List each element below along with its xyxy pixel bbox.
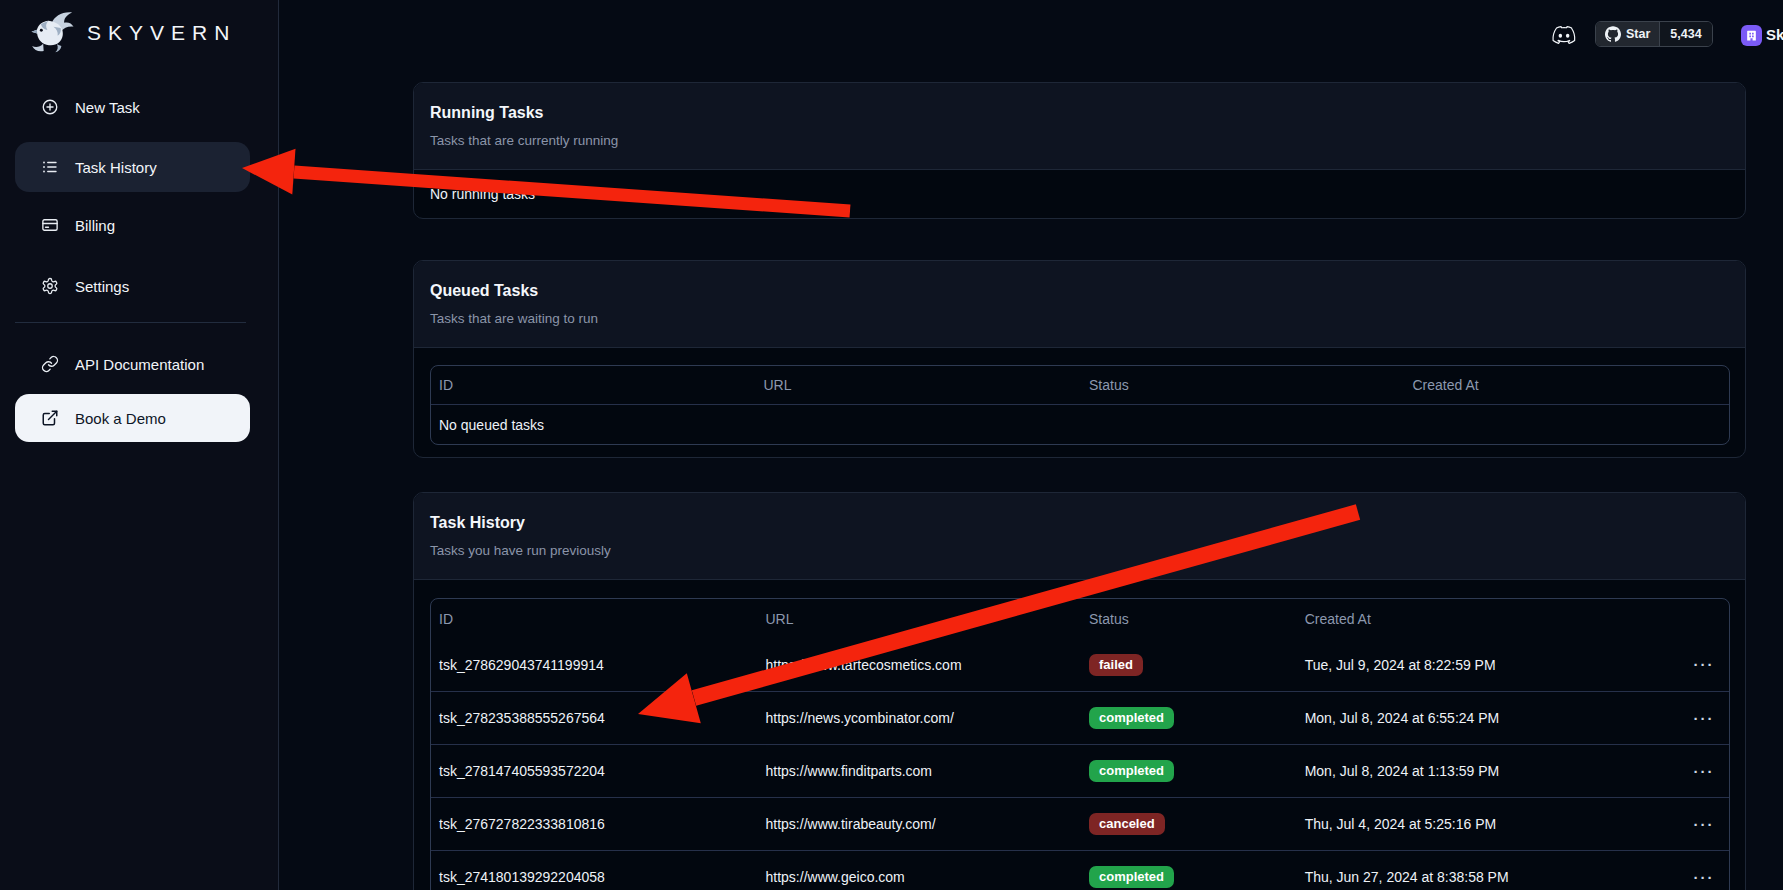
link-icon [41,355,59,373]
list-icon [41,158,59,176]
task-created-at: Thu, Jun 27, 2024 at 8:38:58 PM [1297,869,1679,885]
row-menu-icon[interactable]: ··· [1694,710,1715,727]
book-a-demo-button[interactable]: Book a Demo [15,394,250,442]
running-tasks-card: Running Tasks Tasks that are currently r… [413,82,1746,219]
task-history-row[interactable]: tsk_274180139292204058https://www.geico.… [431,850,1729,890]
sidebar-item-label: New Task [75,99,140,116]
row-menu-icon[interactable]: ··· [1694,656,1715,673]
status-badge: completed [1089,707,1174,729]
task-status: failed [1081,654,1297,676]
task-created-at: Mon, Jul 8, 2024 at 1:13:59 PM [1297,763,1679,779]
column-header-status: Status [1081,611,1297,627]
queued-tasks-header: Queued Tasks Tasks that are waiting to r… [414,261,1745,348]
task-history-row[interactable]: tsk_276727822333810816https://www.tirabe… [431,797,1729,850]
task-url: https://www.geico.com [758,869,1082,885]
task-history-subtitle: Tasks you have run previously [430,543,1729,558]
column-header-created-at: Created At [1297,611,1679,627]
github-star-count[interactable]: 5,434 [1660,22,1711,46]
sidebar-item-task-history[interactable]: Task History [15,142,250,192]
task-history-title: Task History [430,514,1729,532]
github-icon [1605,26,1621,42]
no-queued-tasks-text: No queued tasks [431,417,1729,433]
github-star-button[interactable]: Star [1596,22,1660,46]
row-menu-icon[interactable]: ··· [1694,869,1715,886]
external-link-icon [41,409,59,427]
sidebar-item-label: API Documentation [75,356,204,373]
task-id: tsk_278147405593572204 [431,763,758,779]
building-icon [1745,29,1758,42]
row-menu-icon[interactable]: ··· [1694,763,1715,780]
task-url: https://www.tirabeauty.com/ [758,816,1082,832]
status-badge: failed [1089,654,1143,676]
task-id: tsk_274180139292204058 [431,869,758,885]
sidebar-item-label: Settings [75,278,129,295]
column-header-created-at: Created At [1405,377,1730,393]
task-url: https://www.finditparts.com [758,763,1082,779]
github-star-label: Star [1626,27,1650,41]
queued-empty-row: No queued tasks [431,404,1729,444]
queued-tasks-title: Queued Tasks [430,282,1729,300]
skyvern-dragon-icon [28,10,75,57]
task-id: tsk_276727822333810816 [431,816,758,832]
brand-name: SKYVERN [87,21,236,45]
row-actions[interactable]: ··· [1679,710,1729,727]
queued-tasks-table: ID URL Status Created At No queued tasks [430,365,1730,445]
no-running-tasks-text: No running tasks [414,170,1745,218]
column-header-status: Status [1081,377,1405,393]
sidebar-item-label: Billing [75,217,115,234]
task-history-table: ID URL Status Created At tsk_27862904374… [430,598,1730,890]
row-actions[interactable]: ··· [1679,763,1729,780]
task-url: https://news.ycombinator.com/ [758,710,1082,726]
task-history-row[interactable]: tsk_278629043741199914https://www.tartec… [431,638,1729,691]
status-badge: canceled [1089,813,1165,835]
credit-card-icon [41,216,59,234]
task-created-at: Mon, Jul 8, 2024 at 6:55:24 PM [1297,710,1679,726]
user-name[interactable]: Sk [1766,26,1783,43]
discord-icon[interactable] [1550,24,1578,46]
github-star-widget[interactable]: Star 5,434 [1595,21,1713,47]
task-status: completed [1081,707,1297,729]
running-tasks-header: Running Tasks Tasks that are currently r… [414,83,1745,170]
row-actions[interactable]: ··· [1679,816,1729,833]
row-actions[interactable]: ··· [1679,656,1729,673]
avatar[interactable] [1741,25,1762,46]
sidebar-item-new-task[interactable]: New Task [15,82,250,132]
task-history-row[interactable]: tsk_278147405593572204https://www.findit… [431,744,1729,797]
history-table-header-row: ID URL Status Created At [431,599,1729,638]
sidebar-item-billing[interactable]: Billing [15,200,250,250]
plus-circle-icon [41,98,59,116]
task-history-header: Task History Tasks you have run previous… [414,493,1745,580]
sidebar: SKYVERN New Task Task History Billing Se… [0,0,279,890]
brand-logo: SKYVERN [28,6,236,60]
row-menu-icon[interactable]: ··· [1694,816,1715,833]
sidebar-item-settings[interactable]: Settings [15,261,250,311]
running-tasks-title: Running Tasks [430,104,1729,122]
column-header-id: ID [431,377,756,393]
task-created-at: Thu, Jul 4, 2024 at 5:25:16 PM [1297,816,1679,832]
sidebar-item-label: Task History [75,159,157,176]
gear-icon [41,277,59,295]
queued-tasks-subtitle: Tasks that are waiting to run [430,311,1729,326]
column-header-id: ID [431,611,758,627]
task-status: canceled [1081,813,1297,835]
task-id: tsk_278629043741199914 [431,657,758,673]
task-url: https://www.tartecosmetics.com [758,657,1082,673]
column-header-url: URL [756,377,1082,393]
status-badge: completed [1089,760,1174,782]
column-header-url: URL [758,611,1082,627]
row-actions[interactable]: ··· [1679,869,1729,886]
task-status: completed [1081,760,1297,782]
task-history-row[interactable]: tsk_278235388555267564https://news.ycomb… [431,691,1729,744]
task-status: completed [1081,866,1297,888]
task-created-at: Tue, Jul 9, 2024 at 8:22:59 PM [1297,657,1679,673]
status-badge: completed [1089,866,1174,888]
running-tasks-subtitle: Tasks that are currently running [430,133,1729,148]
book-a-demo-label: Book a Demo [75,410,166,427]
sidebar-divider [15,322,246,323]
task-id: tsk_278235388555267564 [431,710,758,726]
sidebar-item-api-documentation[interactable]: API Documentation [15,339,250,389]
queued-table-header-row: ID URL Status Created At [431,366,1729,404]
